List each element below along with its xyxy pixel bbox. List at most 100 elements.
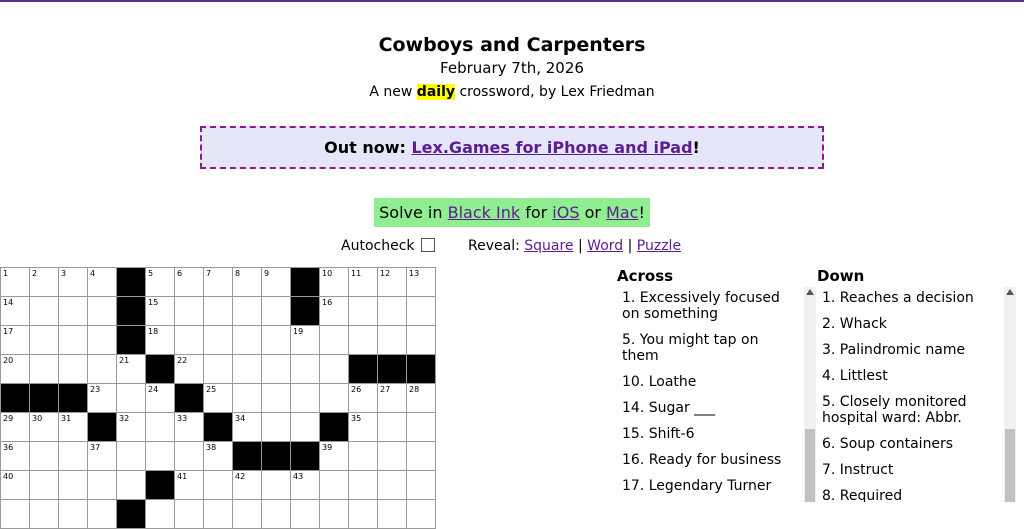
grid-cell[interactable] — [59, 500, 88, 529]
grid-cell[interactable]: 36 — [1, 442, 30, 471]
grid-cell[interactable] — [88, 297, 117, 326]
grid-cell[interactable] — [262, 500, 291, 529]
grid-cell[interactable] — [30, 500, 59, 529]
grid-cell[interactable] — [320, 471, 349, 500]
grid-cell[interactable]: 42 — [233, 471, 262, 500]
grid-cell[interactable]: 3 — [59, 268, 88, 297]
grid-cell[interactable] — [407, 471, 436, 500]
grid-cell[interactable] — [30, 355, 59, 384]
grid-cell[interactable] — [204, 297, 233, 326]
grid-cell[interactable] — [378, 471, 407, 500]
across-clue[interactable]: 14. Sugar ___ — [617, 397, 803, 419]
crossword-grid[interactable]: 1 2 3 4 5 6 7 8 9 10 11 12 13 14 15 16 17 18 19 20 21 22 23 24 2… — [0, 267, 436, 529]
grid-cell[interactable] — [233, 297, 262, 326]
grid-cell[interactable] — [204, 500, 233, 529]
grid-cell[interactable]: 18 — [146, 326, 175, 355]
reveal-word-link[interactable]: Word — [587, 238, 623, 254]
grid-cell[interactable] — [233, 355, 262, 384]
down-clue[interactable]: 7. Instruct — [817, 459, 1003, 481]
grid-cell[interactable] — [320, 384, 349, 413]
grid-cell[interactable]: 5 — [146, 268, 175, 297]
grid-cell[interactable] — [349, 326, 378, 355]
grid-cell[interactable]: 20 — [1, 355, 30, 384]
grid-cell[interactable] — [349, 500, 378, 529]
grid-cell[interactable]: 38 — [204, 442, 233, 471]
grid-cell[interactable] — [407, 326, 436, 355]
grid-cell[interactable]: 29 — [1, 413, 30, 442]
grid-cell[interactable]: 22 — [175, 355, 204, 384]
grid-cell[interactable] — [291, 500, 320, 529]
grid-cell[interactable] — [233, 500, 262, 529]
grid-cell[interactable] — [407, 297, 436, 326]
grid-cell[interactable]: 8 — [233, 268, 262, 297]
reveal-square-link[interactable]: Square — [524, 238, 573, 254]
grid-cell[interactable]: 21 — [117, 355, 146, 384]
down-clue[interactable]: 8. Required — [817, 485, 1003, 502]
grid-cell[interactable] — [349, 442, 378, 471]
grid-cell[interactable] — [204, 471, 233, 500]
grid-cell[interactable] — [204, 355, 233, 384]
grid-cell[interactable]: 24 — [146, 384, 175, 413]
grid-cell[interactable] — [407, 500, 436, 529]
grid-cell[interactable] — [262, 413, 291, 442]
grid-cell[interactable]: 33 — [175, 413, 204, 442]
grid-cell[interactable]: 2 — [30, 268, 59, 297]
grid-cell[interactable]: 6 — [175, 268, 204, 297]
down-scrollbar-thumb[interactable] — [1005, 429, 1015, 502]
grid-cell[interactable]: 31 — [59, 413, 88, 442]
grid-cell[interactable] — [262, 355, 291, 384]
grid-cell[interactable] — [262, 326, 291, 355]
grid-cell[interactable] — [175, 326, 204, 355]
grid-cell[interactable] — [30, 326, 59, 355]
mac-link[interactable]: Mac — [606, 203, 638, 222]
grid-cell[interactable] — [117, 442, 146, 471]
grid-cell[interactable]: 34 — [233, 413, 262, 442]
grid-cell[interactable] — [88, 326, 117, 355]
grid-cell[interactable] — [146, 500, 175, 529]
grid-cell[interactable]: 39 — [320, 442, 349, 471]
grid-cell[interactable] — [378, 413, 407, 442]
down-clue[interactable]: 4. Littlest — [817, 365, 1003, 387]
grid-cell[interactable] — [233, 384, 262, 413]
promo-link[interactable]: Lex.Games for iPhone and iPad — [411, 138, 692, 157]
grid-cell[interactable]: 32 — [117, 413, 146, 442]
grid-cell[interactable] — [378, 442, 407, 471]
grid-cell[interactable]: 23 — [88, 384, 117, 413]
grid-cell[interactable]: 43 — [291, 471, 320, 500]
grid-cell[interactable] — [262, 297, 291, 326]
grid-cell[interactable] — [407, 413, 436, 442]
grid-cell[interactable] — [59, 442, 88, 471]
scroll-up-arrow-icon[interactable] — [806, 289, 814, 295]
grid-cell[interactable]: 19 — [291, 326, 320, 355]
grid-cell[interactable] — [378, 297, 407, 326]
grid-cell[interactable] — [175, 500, 204, 529]
grid-cell[interactable]: 40 — [1, 471, 30, 500]
grid-cell[interactable] — [88, 500, 117, 529]
grid-cell[interactable]: 26 — [349, 384, 378, 413]
ios-link[interactable]: iOS — [552, 203, 579, 222]
grid-cell[interactable] — [117, 471, 146, 500]
grid-cell[interactable] — [291, 355, 320, 384]
grid-cell[interactable] — [88, 355, 117, 384]
grid-cell[interactable] — [291, 384, 320, 413]
grid-cell[interactable] — [175, 297, 204, 326]
grid-cell[interactable] — [117, 384, 146, 413]
grid-cell[interactable] — [30, 471, 59, 500]
grid-cell[interactable]: 14 — [1, 297, 30, 326]
grid-cell[interactable]: 7 — [204, 268, 233, 297]
grid-cell[interactable]: 30 — [30, 413, 59, 442]
across-clue[interactable]: 5. You might tap on them — [617, 329, 803, 367]
grid-cell[interactable] — [59, 355, 88, 384]
reveal-puzzle-link[interactable]: Puzzle — [637, 238, 681, 254]
grid-cell[interactable]: 41 — [175, 471, 204, 500]
grid-cell[interactable] — [320, 500, 349, 529]
across-scrollbar-thumb[interactable] — [805, 429, 815, 502]
across-clue[interactable]: 16. Ready for business — [617, 449, 803, 471]
grid-cell[interactable] — [59, 471, 88, 500]
grid-cell[interactable]: 12 — [378, 268, 407, 297]
across-clue[interactable]: 1. Excessively focused on something — [617, 287, 803, 325]
grid-cell[interactable]: 17 — [1, 326, 30, 355]
grid-cell[interactable] — [378, 500, 407, 529]
grid-cell[interactable] — [88, 471, 117, 500]
grid-cell[interactable] — [1, 500, 30, 529]
